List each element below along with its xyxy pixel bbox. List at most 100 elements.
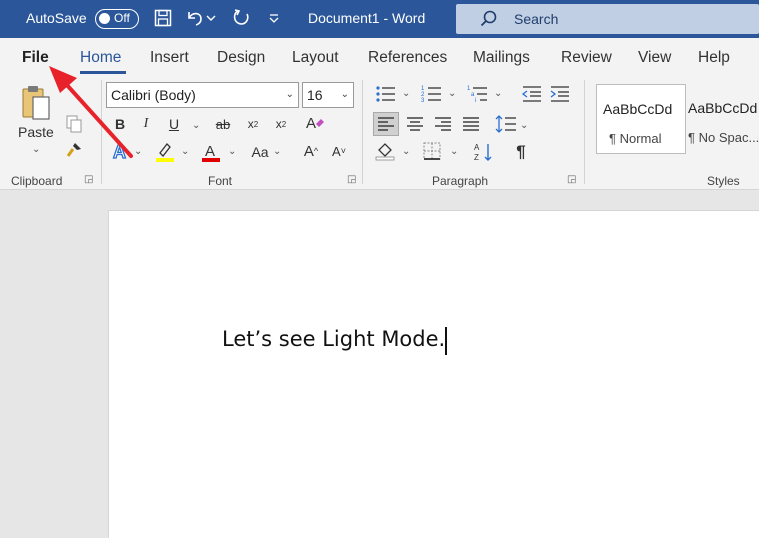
underline-dropdown-icon[interactable]: ⌄	[192, 120, 200, 131]
style-no-spacing[interactable]: AaBbCcDd ¶ No Spac...	[684, 84, 759, 154]
search-box[interactable]: Search	[456, 4, 759, 34]
align-center-icon[interactable]	[404, 114, 426, 134]
bold-icon[interactable]: B	[112, 114, 128, 134]
align-right-icon[interactable]	[432, 114, 454, 134]
toggle-knob	[99, 13, 110, 24]
group-separator	[101, 80, 102, 184]
save-icon[interactable]	[152, 7, 174, 29]
svg-text:A: A	[113, 142, 126, 161]
shading-icon[interactable]	[374, 140, 398, 162]
line-spacing-dropdown-icon[interactable]: ⌄	[520, 120, 528, 131]
highlight-dropdown-icon[interactable]: ⌄	[181, 146, 189, 157]
tab-design[interactable]: Design	[217, 49, 265, 67]
numbering-dropdown-icon[interactable]: ⌄	[448, 88, 456, 99]
font-launcher-icon[interactable]: ◲	[347, 174, 359, 186]
ribbon-home: Paste ⌄ Clipboard ◲ Calibri (Body) ⌄ 16 …	[0, 74, 759, 190]
autosave-label: AutoSave	[26, 10, 87, 26]
subscript-icon[interactable]: x2	[244, 114, 262, 134]
font-size-select[interactable]: 16 ⌄	[302, 82, 354, 108]
style-name: ¶ No Spac...	[688, 130, 759, 145]
chevron-down-icon: ⌄	[340, 89, 349, 100]
italic-icon[interactable]: I	[138, 114, 154, 134]
tab-layout[interactable]: Layout	[292, 49, 339, 67]
strikethrough-icon[interactable]: ab	[212, 114, 234, 134]
bullets-dropdown-icon[interactable]: ⌄	[402, 88, 410, 99]
tab-view[interactable]: View	[638, 49, 671, 67]
ribbon-tabs: File Home Insert Design Layout Reference…	[0, 38, 759, 74]
autosave-state: Off	[114, 11, 130, 25]
change-case-dropdown-icon[interactable]: ⌄	[273, 146, 281, 157]
document-text[interactable]: Let’s see Light Mode.	[222, 327, 445, 351]
format-painter-icon[interactable]	[64, 140, 84, 160]
tab-help[interactable]: Help	[698, 49, 730, 67]
borders-dropdown-icon[interactable]: ⌄	[450, 146, 458, 157]
numbering-icon[interactable]: 123	[420, 84, 444, 104]
svg-text:A: A	[306, 115, 316, 132]
undo-dropdown-icon[interactable]	[204, 7, 218, 29]
borders-icon[interactable]	[420, 140, 444, 162]
paste-label[interactable]: Paste	[18, 124, 54, 140]
clipboard-group-label: Clipboard	[11, 174, 63, 188]
grow-font-icon[interactable]: A ^	[300, 140, 322, 162]
change-case-button[interactable]: Aa	[248, 142, 272, 162]
customize-qat-icon[interactable]	[266, 7, 282, 29]
bullets-icon[interactable]	[374, 84, 398, 104]
shading-dropdown-icon[interactable]: ⌄	[402, 146, 410, 157]
paragraph-group-label: Paragraph	[432, 174, 489, 188]
clipboard-launcher-icon[interactable]: ◲	[84, 174, 96, 186]
styles-group-label: Styles	[707, 174, 740, 188]
clear-formatting-icon[interactable]: A	[304, 112, 326, 134]
paste-dropdown-icon[interactable]: ⌄	[32, 144, 40, 155]
copy-icon[interactable]	[64, 114, 84, 134]
underline-icon[interactable]: U	[166, 114, 182, 134]
style-normal[interactable]: AaBbCcDd ¶ Normal	[596, 84, 686, 154]
paste-icon[interactable]	[16, 82, 56, 122]
autosave-toggle[interactable]: Off	[95, 9, 139, 29]
search-icon	[480, 10, 497, 27]
line-spacing-icon[interactable]	[494, 114, 518, 134]
highlight-icon[interactable]	[154, 140, 176, 164]
font-color-dropdown-icon[interactable]: ⌄	[228, 146, 236, 157]
text-effects-dropdown-icon[interactable]: ⌄	[134, 146, 142, 157]
shrink-font-icon[interactable]: A ˅	[328, 140, 350, 162]
group-separator	[584, 80, 585, 184]
tab-file[interactable]: File	[22, 49, 49, 67]
tab-insert[interactable]: Insert	[150, 49, 189, 67]
tab-mailings[interactable]: Mailings	[473, 49, 530, 67]
font-name-select[interactable]: Calibri (Body) ⌄	[106, 82, 299, 108]
svg-text:A: A	[205, 143, 215, 160]
sort-icon[interactable]: AZ	[472, 140, 496, 164]
paragraph-launcher-icon[interactable]: ◲	[567, 174, 579, 186]
justify-icon[interactable]	[460, 114, 482, 134]
text-effects-icon[interactable]: A	[110, 140, 132, 162]
style-name: ¶ Normal	[609, 131, 662, 146]
align-left-icon[interactable]	[373, 112, 399, 136]
svg-text:i: i	[475, 98, 476, 103]
multilevel-list-icon[interactable]: 1ai	[466, 84, 490, 104]
search-placeholder: Search	[514, 11, 559, 27]
decrease-indent-icon[interactable]	[520, 84, 544, 104]
svg-text:A: A	[474, 143, 480, 152]
tab-review[interactable]: Review	[561, 49, 612, 67]
tab-home[interactable]: Home	[80, 49, 121, 67]
show-formatting-marks-icon[interactable]: ¶	[510, 140, 532, 164]
font-name-value: Calibri (Body)	[111, 87, 196, 103]
chevron-down-icon: ⌄	[285, 89, 294, 100]
text-cursor	[445, 327, 447, 355]
superscript-icon[interactable]: x2	[272, 114, 290, 134]
document-page[interactable]: Let’s see Light Mode.	[108, 210, 759, 538]
group-separator	[362, 80, 363, 184]
multilevel-dropdown-icon[interactable]: ⌄	[494, 88, 502, 99]
svg-text:3: 3	[421, 98, 425, 103]
style-sample: AaBbCcDd	[688, 100, 758, 116]
redo-icon[interactable]	[230, 7, 252, 29]
document-area: Let’s see Light Mode.	[0, 190, 759, 538]
tab-references[interactable]: References	[368, 49, 447, 67]
title-bar: AutoSave Off Document1 - Word Search	[0, 0, 759, 38]
increase-indent-icon[interactable]	[548, 84, 572, 104]
undo-icon[interactable]	[184, 7, 206, 29]
style-sample: AaBbCcDd	[603, 101, 673, 117]
document-title: Document1 - Word	[308, 10, 426, 26]
font-color-icon[interactable]: A	[200, 140, 222, 164]
font-group-label: Font	[208, 174, 233, 188]
